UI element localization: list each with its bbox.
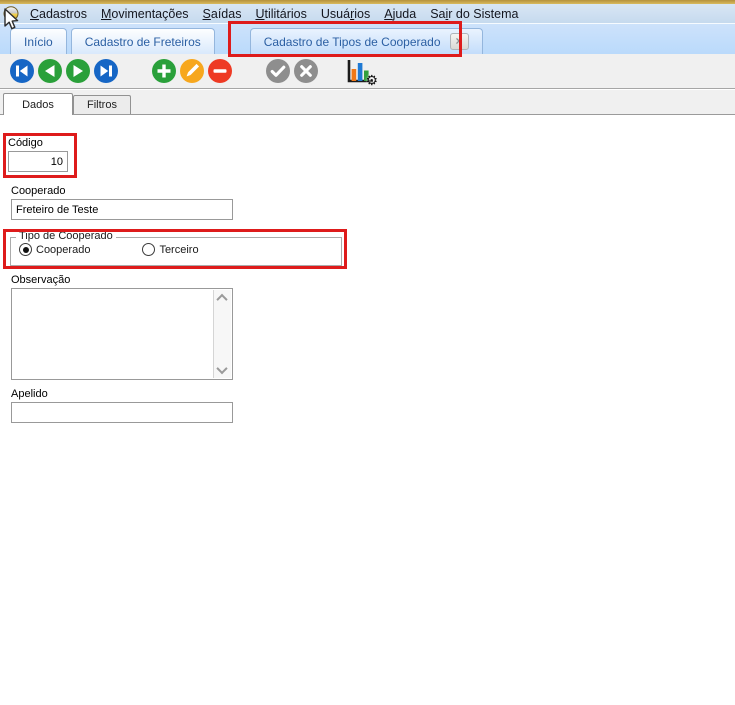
previous-record-button[interactable] bbox=[37, 58, 63, 84]
add-record-button[interactable] bbox=[151, 58, 177, 84]
next-record-icon bbox=[66, 59, 90, 83]
vertical-scrollbar[interactable] bbox=[213, 290, 231, 378]
gear-icon: ⚙ bbox=[365, 72, 378, 88]
delete-record-icon bbox=[208, 59, 232, 83]
edit-record-icon bbox=[180, 59, 204, 83]
menu-utilitarios[interactable]: Utilitários bbox=[248, 7, 313, 21]
tab-dados[interactable]: Dados bbox=[3, 93, 73, 115]
apelido-label: Apelido bbox=[11, 388, 48, 400]
page-tab-bar: Dados Filtros bbox=[0, 90, 735, 115]
tab-filtros[interactable]: Filtros bbox=[73, 95, 131, 114]
main-tab-bar: Início Cadastro de Freteiros Cadastro de… bbox=[0, 24, 735, 54]
cancel-icon bbox=[294, 59, 318, 83]
menu-bar: Cadastros Movimentações Saídas Utilitári… bbox=[0, 4, 735, 24]
first-record-icon bbox=[10, 59, 34, 83]
add-record-icon bbox=[152, 59, 176, 83]
next-record-button[interactable] bbox=[65, 58, 91, 84]
confirm-icon bbox=[266, 59, 290, 83]
tipo-de-cooperado-groupbox: Tipo de Cooperado Cooperado Terceiro bbox=[10, 230, 342, 266]
application-window: { "colors": { "highlight_red": "#DE1B1B"… bbox=[0, 0, 735, 705]
menu-ajuda[interactable]: Ajuda bbox=[377, 7, 423, 21]
scroll-up-icon[interactable] bbox=[214, 290, 230, 306]
observacao-textarea[interactable] bbox=[11, 288, 233, 380]
app-logo-icon bbox=[3, 6, 19, 21]
edit-record-button[interactable] bbox=[179, 58, 205, 84]
cooperado-label: Cooperado bbox=[11, 185, 66, 197]
codigo-input[interactable] bbox=[8, 151, 68, 172]
apelido-input[interactable] bbox=[11, 402, 233, 423]
scroll-down-icon[interactable] bbox=[214, 362, 230, 378]
cooperado-input[interactable] bbox=[11, 199, 233, 220]
radio-terceiro[interactable] bbox=[142, 243, 156, 256]
menu-usuarios[interactable]: Usuários bbox=[314, 7, 377, 21]
delete-record-button[interactable] bbox=[207, 58, 233, 84]
menu-saidas[interactable]: Saídas bbox=[196, 7, 249, 21]
tab-inicio[interactable]: Início bbox=[10, 28, 67, 54]
tab-cadastro-de-tipos-de-cooperado[interactable]: Cadastro de Tipos de Cooperado × bbox=[249, 28, 483, 54]
tipo-de-cooperado-legend: Tipo de Cooperado bbox=[16, 230, 116, 242]
menu-movimentacoes[interactable]: Movimentações bbox=[94, 7, 196, 21]
cancel-button[interactable] bbox=[293, 58, 319, 84]
menu-cadastros[interactable]: Cadastros bbox=[23, 7, 94, 21]
observacao-label: Observação bbox=[11, 274, 71, 286]
radio-cooperado[interactable] bbox=[19, 243, 32, 256]
record-toolbar: ⚙ bbox=[0, 54, 735, 89]
last-record-icon bbox=[94, 59, 118, 83]
radio-cooperado-label[interactable]: Cooperado bbox=[36, 244, 90, 256]
tipo-radio-row: Cooperado Terceiro bbox=[19, 243, 199, 256]
first-record-button[interactable] bbox=[9, 58, 35, 84]
codigo-label: Código bbox=[8, 137, 43, 149]
radio-terceiro-label[interactable]: Terceiro bbox=[159, 244, 198, 256]
tab-close-icon[interactable]: × bbox=[449, 33, 469, 50]
chart-settings-button[interactable]: ⚙ bbox=[343, 57, 378, 88]
menu-sair-do-sistema[interactable]: Sair do Sistema bbox=[423, 7, 525, 21]
tab-cadastro-de-freteiros[interactable]: Cadastro de Freteiros bbox=[70, 28, 215, 54]
dados-page: Código Cooperado Tipo de Cooperado Coope… bbox=[0, 115, 735, 705]
last-record-button[interactable] bbox=[93, 58, 119, 84]
confirm-button[interactable] bbox=[265, 58, 291, 84]
previous-record-icon bbox=[38, 59, 62, 83]
